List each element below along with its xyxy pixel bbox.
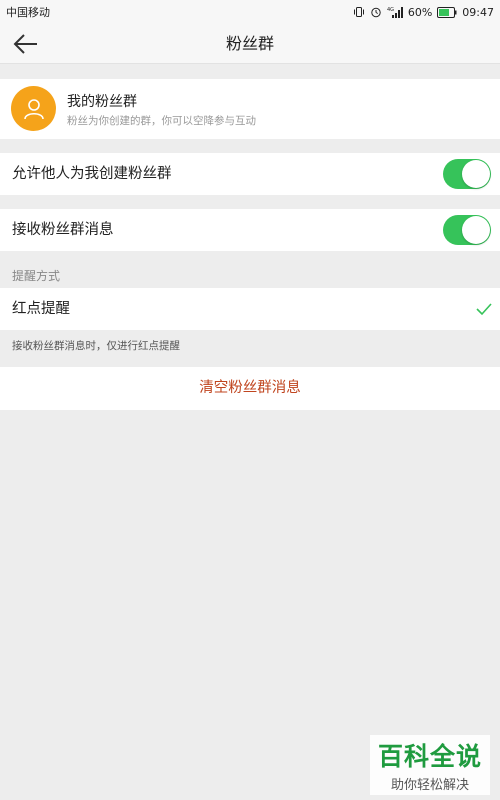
vibrate-icon: [353, 7, 364, 17]
status-bar: 中国移动 4G 60% 09:47: [0, 0, 500, 24]
watermark-logo: 百科全说 助你轻松解决: [370, 735, 490, 795]
fan-group-subtitle: 粉丝为你创建的群，你可以空降参与互动: [67, 115, 256, 127]
avatar: [11, 86, 56, 131]
back-arrow-icon[interactable]: [12, 30, 40, 58]
red-dot-reminder-label: 红点提醒: [12, 301, 70, 317]
receive-messages-label: 接收粉丝群消息: [12, 222, 114, 238]
allow-create-label: 允许他人为我创建粉丝群: [12, 166, 172, 182]
watermark-main: 百科全说: [377, 742, 482, 771]
allow-create-row: 允许他人为我创建粉丝群: [0, 153, 500, 195]
svg-text:4G: 4G: [387, 7, 394, 13]
page-title: 粉丝群: [225, 34, 274, 53]
battery-icon: [437, 6, 457, 18]
clock: 09:47: [462, 5, 494, 19]
receive-messages-row: 接收粉丝群消息: [0, 209, 500, 251]
carrier-label: 中国移动: [6, 6, 50, 19]
toggle-knob: [462, 216, 490, 244]
receive-messages-toggle[interactable]: [443, 215, 491, 245]
my-fan-group-card[interactable]: 我的粉丝群 粉丝为你创建的群，你可以空降参与互动: [0, 79, 500, 139]
battery-percent: 60%: [407, 5, 433, 19]
reminder-section-label: 提醒方式: [12, 269, 61, 283]
clear-messages-button[interactable]: 清空粉丝群消息: [0, 367, 500, 410]
alarm-icon: [371, 7, 381, 18]
watermark-sub: 助你轻松解决: [390, 778, 469, 793]
fan-group-title: 我的粉丝群: [67, 94, 137, 110]
check-icon: [476, 303, 492, 316]
title-bar: 粉丝群: [0, 24, 500, 64]
status-icons: 4G 60% 09:47: [353, 6, 494, 19]
user-icon: [23, 98, 44, 119]
signal-icon: 4G: [387, 7, 403, 18]
reminder-hint: 接收粉丝群消息时，仅进行红点提醒: [12, 340, 180, 352]
toggle-knob: [462, 160, 490, 188]
allow-create-toggle[interactable]: [443, 159, 491, 189]
red-dot-reminder-option[interactable]: 红点提醒: [0, 288, 500, 330]
